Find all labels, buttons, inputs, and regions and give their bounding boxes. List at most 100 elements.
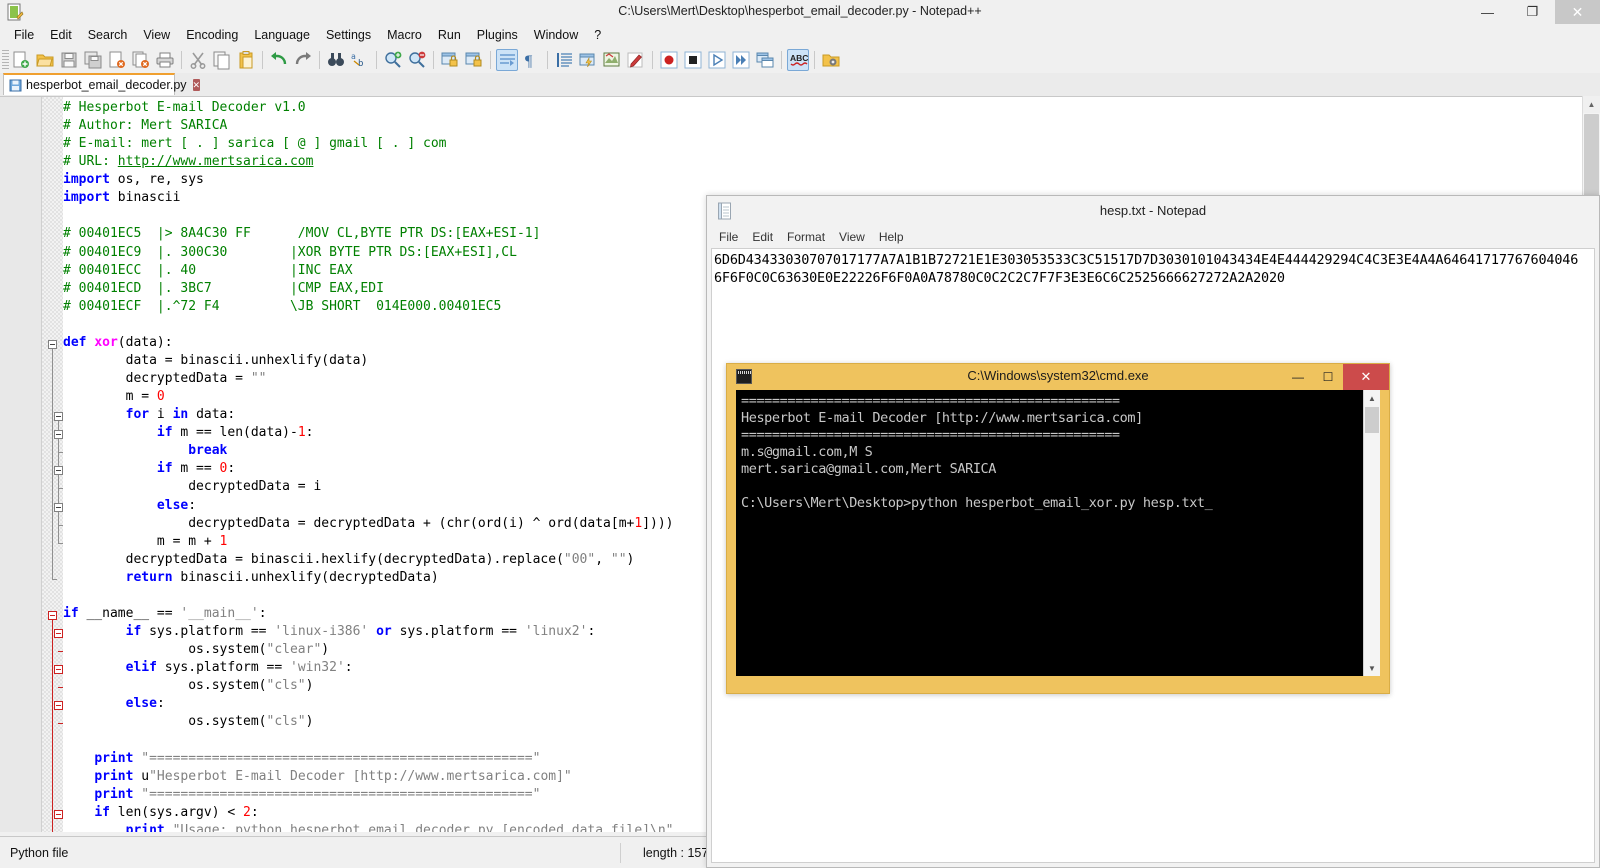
menu-item-window[interactable]: Window: [526, 26, 586, 44]
code-line[interactable]: if sys.platform == 'linux-i386' or sys.p…: [63, 624, 596, 639]
code-line[interactable]: print "=================================…: [63, 787, 540, 802]
fold-collapse-icon[interactable]: [54, 809, 63, 819]
save-icon[interactable]: [58, 49, 80, 71]
code-line[interactable]: # Author: Mert SARICA: [63, 118, 227, 133]
paste-icon[interactable]: [235, 49, 257, 71]
cmd-scrollbar-thumb[interactable]: [1365, 407, 1379, 433]
fold-collapse-icon[interactable]: [54, 466, 63, 476]
cut-icon[interactable]: [187, 49, 209, 71]
user-defined-dialog-icon[interactable]: [577, 49, 599, 71]
code-line[interactable]: if __name__ == '__main__':: [63, 606, 267, 621]
tab-close-icon[interactable]: ✕: [192, 79, 201, 91]
npp-maximize-button[interactable]: ❐: [1510, 0, 1555, 24]
cmd-console-output[interactable]: C:\Users\Mert\Desktop>python hesperbot_e…: [736, 390, 1380, 676]
code-line[interactable]: if m == 0:: [63, 461, 235, 476]
save-all-icon[interactable]: [82, 49, 104, 71]
menu-item-search[interactable]: Search: [80, 26, 136, 44]
code-line[interactable]: else:: [63, 696, 165, 711]
menu-item-settings[interactable]: Settings: [318, 26, 379, 44]
command-prompt-window[interactable]: C:\Windows\system32\cmd.exe — ☐ ✕ C:\Use…: [726, 363, 1390, 694]
scroll-up-arrow-icon[interactable]: ▲: [1583, 96, 1600, 113]
code-line[interactable]: # 00401ECC |. 40 |INC EAX: [63, 263, 353, 278]
undo-icon[interactable]: [268, 49, 290, 71]
code-line[interactable]: elif sys.platform == 'win32':: [63, 660, 353, 675]
code-line[interactable]: def xor(data):: [63, 335, 173, 350]
save-macro-icon[interactable]: [754, 49, 776, 71]
code-line[interactable]: print "=================================…: [63, 751, 540, 766]
menu-item-edit[interactable]: Edit: [42, 26, 80, 44]
zoom-in-icon[interactable]: [382, 49, 404, 71]
cmd-maximize-button[interactable]: ☐: [1313, 364, 1343, 390]
replace-icon[interactable]: ab: [349, 49, 371, 71]
fold-collapse-icon[interactable]: [54, 430, 63, 440]
code-line[interactable]: return binascii.unhexlify(decryptedData): [63, 570, 439, 585]
code-line[interactable]: print "Usage: python hesperbot_email_dec…: [63, 823, 674, 832]
find-icon[interactable]: [325, 49, 347, 71]
code-line[interactable]: decryptedData = decryptedData + (chr(ord…: [63, 516, 673, 531]
toolbar-grip[interactable]: [2, 49, 9, 70]
code-line[interactable]: if len(sys.argv) < 2:: [63, 805, 258, 820]
fold-collapse-icon[interactable]: [54, 629, 63, 639]
run-icon[interactable]: [820, 49, 842, 71]
start-record-macro-icon[interactable]: [658, 49, 680, 71]
code-line[interactable]: os.system("cls"): [63, 678, 313, 693]
word-wrap-icon[interactable]: [496, 48, 518, 71]
code-line[interactable]: m = 0: [63, 389, 165, 404]
notepad-menu-edit[interactable]: Edit: [752, 230, 773, 244]
new-file-icon[interactable]: [10, 49, 32, 71]
code-line[interactable]: for i in data:: [63, 407, 236, 422]
stop-record-macro-icon[interactable]: [682, 49, 704, 71]
cmd-scroll-up-arrow-icon[interactable]: ▲: [1364, 390, 1380, 406]
notepad-menu-format[interactable]: Format: [787, 230, 825, 244]
npp-close-button[interactable]: ✕: [1555, 0, 1600, 24]
notepad-menu-view[interactable]: View: [839, 230, 865, 244]
play-macro-icon[interactable]: [706, 49, 728, 71]
menu-item-file[interactable]: File: [6, 26, 42, 44]
code-line[interactable]: # 00401EC9 |. 300C30 |XOR BYTE PTR DS:[E…: [63, 245, 517, 260]
code-line[interactable]: os.system("clear"): [63, 642, 329, 657]
show-document-map-icon[interactable]: [601, 49, 623, 71]
menu-item-plugins[interactable]: Plugins: [469, 26, 526, 44]
code-line[interactable]: # Hesperbot E-mail Decoder v1.0: [63, 100, 306, 115]
cmd-close-button[interactable]: ✕: [1343, 364, 1389, 390]
code-line[interactable]: # URL: http://www.mertsarica.com: [63, 154, 313, 169]
fold-collapse-icon[interactable]: [48, 610, 57, 620]
code-line[interactable]: print u"Hesperbot E-mail Decoder [http:/…: [63, 769, 571, 784]
code-line[interactable]: # 00401ECF |.^72 F4 \JB SHORT 014E000.00…: [63, 299, 501, 314]
cmd-scroll-down-arrow-icon[interactable]: ▼: [1364, 660, 1380, 676]
show-all-characters-icon[interactable]: ¶: [520, 49, 542, 71]
code-line[interactable]: decryptedData = i: [63, 479, 321, 494]
code-line[interactable]: import os, re, sys: [63, 172, 204, 187]
print-icon[interactable]: [154, 49, 176, 71]
function-list-icon[interactable]: [625, 49, 647, 71]
close-all-icon[interactable]: [130, 49, 152, 71]
code-line[interactable]: decryptedData = binascii.hexlify(decrypt…: [63, 552, 635, 567]
code-line[interactable]: m = m + 1: [63, 534, 227, 549]
npp-minimize-button[interactable]: —: [1465, 0, 1510, 24]
redo-icon[interactable]: [292, 49, 314, 71]
code-line[interactable]: else:: [63, 498, 196, 513]
indent-guide-icon[interactable]: [553, 49, 575, 71]
zoom-out-icon[interactable]: [406, 49, 428, 71]
menu-item-[interactable]: ?: [586, 26, 609, 44]
fold-collapse-icon[interactable]: [48, 339, 57, 349]
spell-check-icon[interactable]: ABC: [787, 48, 809, 71]
code-line[interactable]: break: [63, 443, 227, 458]
fold-collapse-icon[interactable]: [54, 412, 63, 422]
open-file-icon[interactable]: [34, 49, 56, 71]
code-line[interactable]: data = binascii.unhexlify(data): [63, 353, 369, 368]
code-line[interactable]: os.system("cls"): [63, 714, 313, 729]
menu-item-view[interactable]: View: [135, 26, 178, 44]
code-line[interactable]: if m == len(data)-1:: [63, 425, 314, 440]
menu-item-run[interactable]: Run: [430, 26, 469, 44]
sync-horizontal-scroll-icon[interactable]: [463, 49, 485, 71]
notepad-menu-help[interactable]: Help: [879, 230, 904, 244]
cmd-minimize-button[interactable]: —: [1283, 364, 1313, 390]
sync-vertical-scroll-icon[interactable]: [439, 49, 461, 71]
close-file-icon[interactable]: [106, 49, 128, 71]
code-line[interactable]: # 00401EC5 |> 8A4C30 FF /MOV CL,BYTE PTR…: [63, 226, 540, 241]
menu-item-macro[interactable]: Macro: [379, 26, 430, 44]
menu-item-language[interactable]: Language: [246, 26, 318, 44]
code-line[interactable]: decryptedData = "": [63, 371, 267, 386]
fold-collapse-icon[interactable]: [54, 502, 63, 512]
